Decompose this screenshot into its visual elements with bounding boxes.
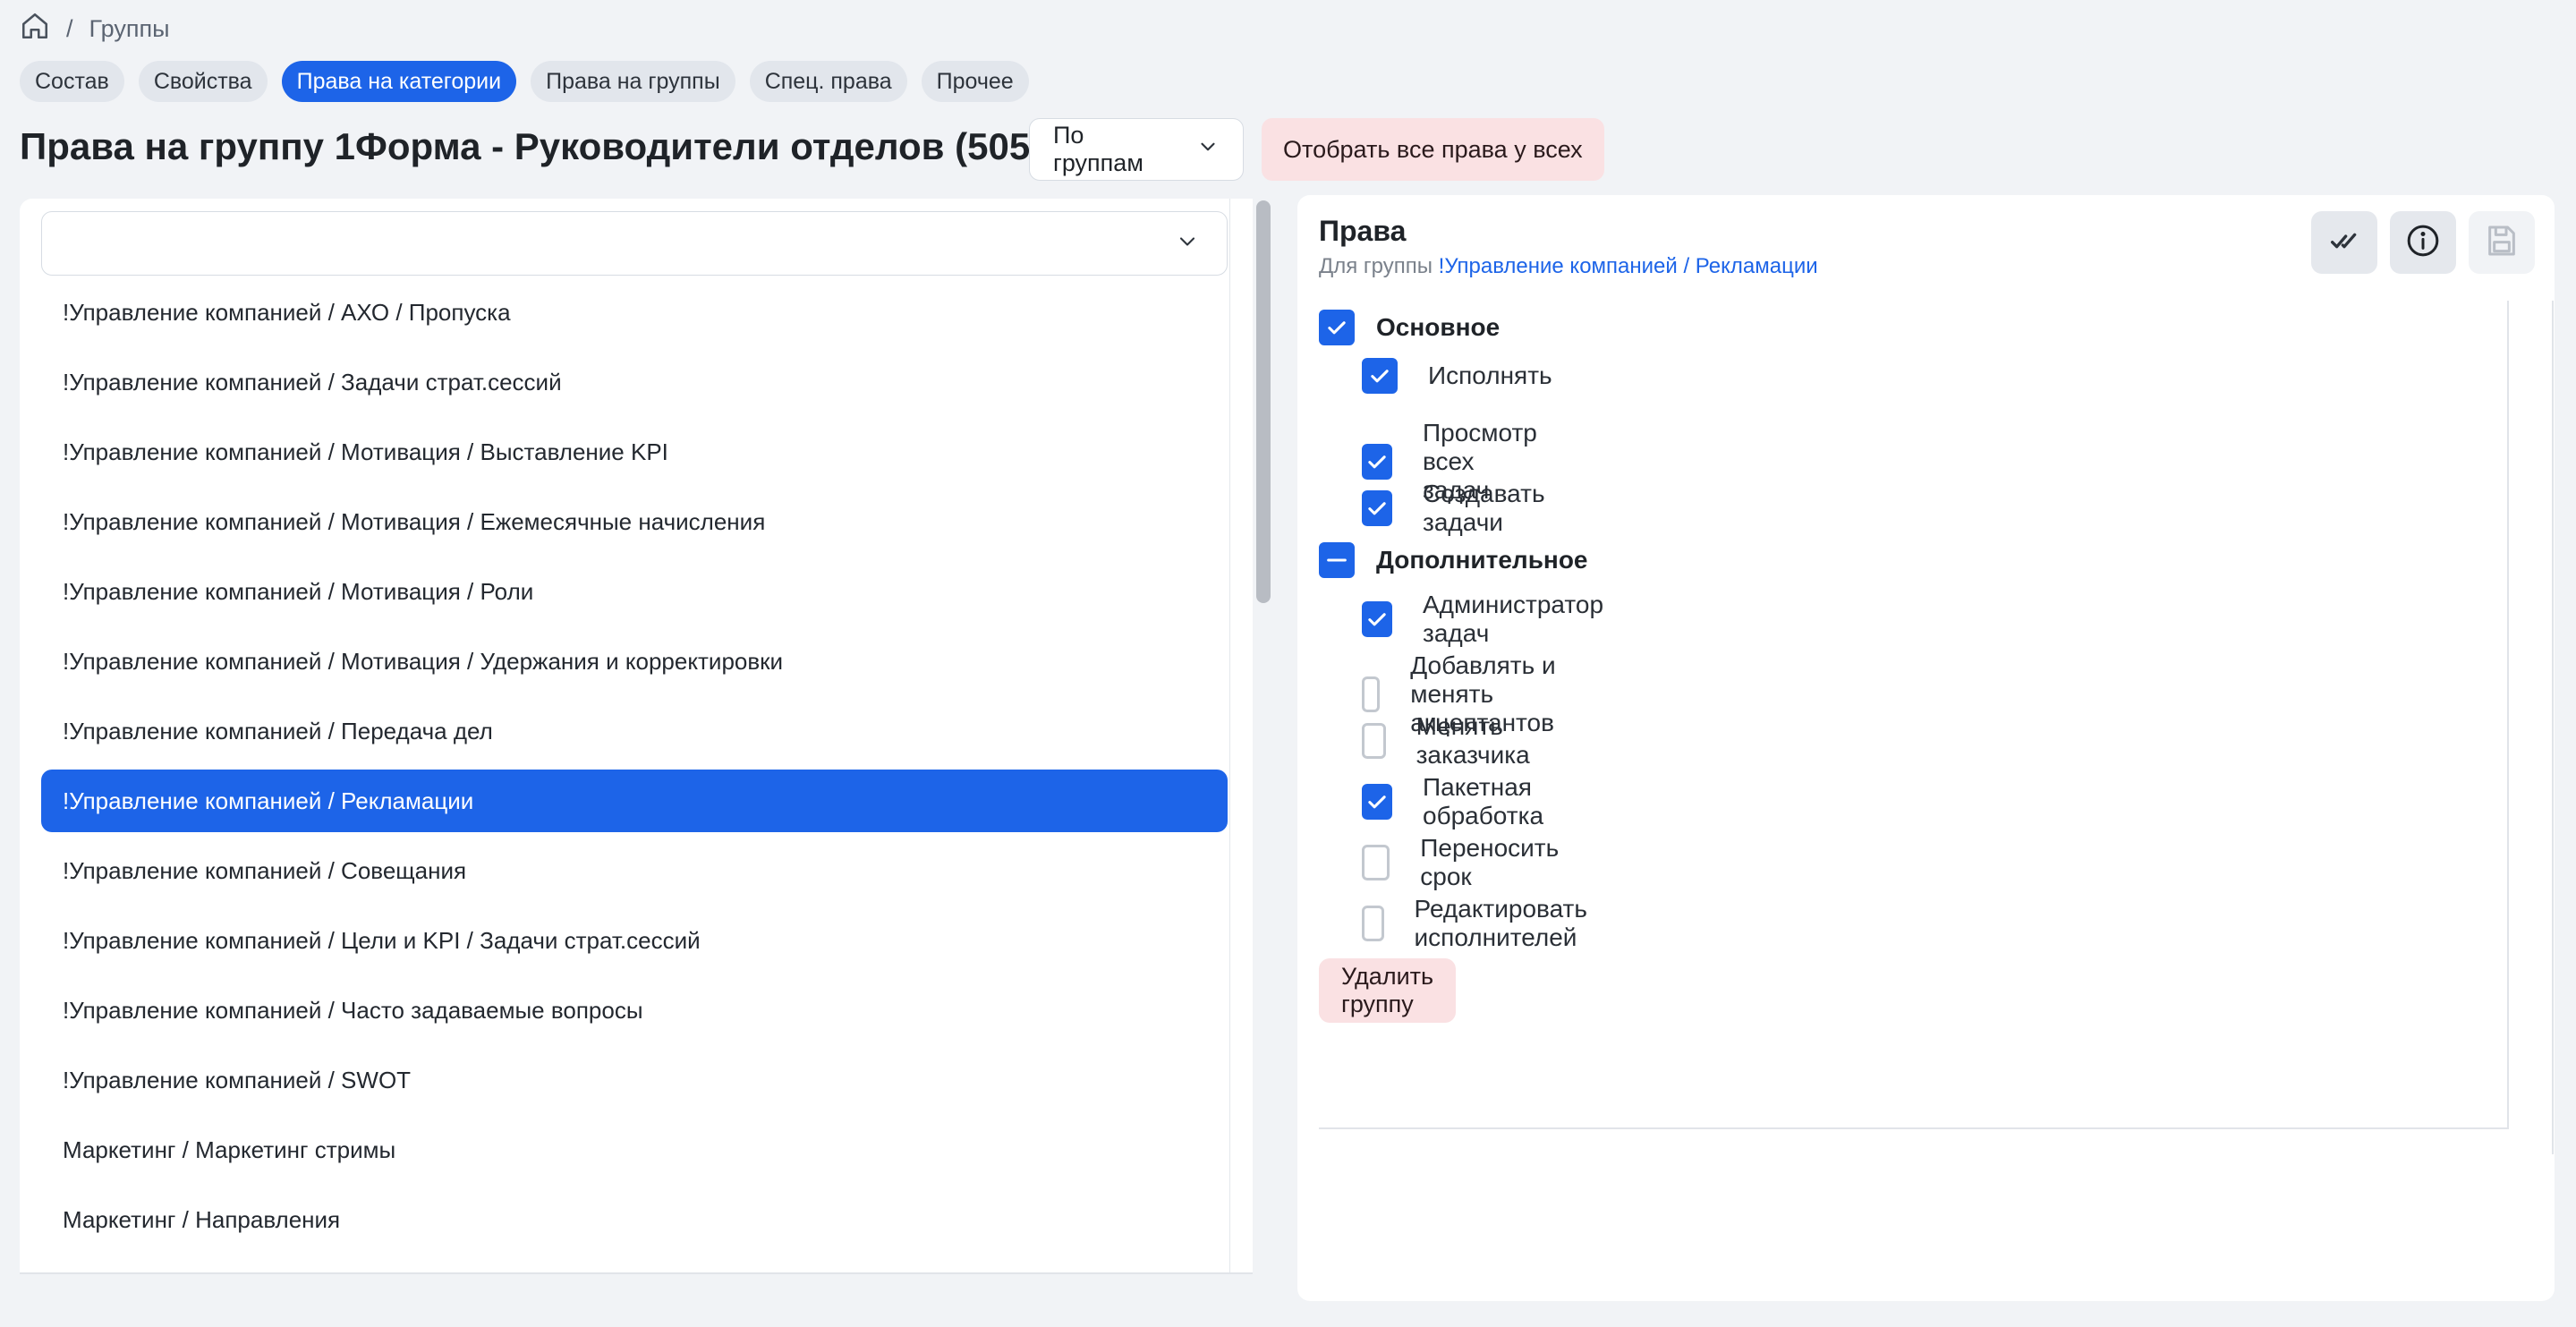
category-item-selected[interactable]: !Управление компанией / Рекламации [41, 770, 1228, 832]
chevron-down-icon [1175, 229, 1200, 259]
permission-row[interactable]: Администратор задач [1362, 591, 1609, 648]
tab-other[interactable]: Прочее [921, 61, 1029, 102]
permission-checkbox[interactable] [1362, 358, 1398, 394]
rights-title: Права [1319, 215, 1407, 247]
permission-row[interactable]: Переносить срок [1362, 834, 1567, 891]
category-item[interactable]: Маркетинг / Направления [41, 1188, 1228, 1251]
category-scrollbar-track[interactable] [1229, 199, 1253, 1272]
breadcrumb-current[interactable]: Группы [89, 15, 170, 43]
delete-group-button[interactable]: Удалить группу [1319, 958, 1457, 1023]
home-icon[interactable] [20, 11, 50, 47]
permission-row[interactable]: Редактировать исполнителей [1362, 895, 1601, 952]
category-item[interactable]: !Управление компанией / Задачи страт.сес… [41, 351, 1228, 413]
permission-label: Администратор задач [1423, 591, 1604, 647]
permission-checkbox[interactable] [1362, 601, 1392, 637]
permission-label: Редактировать исполнителей [1414, 895, 1587, 951]
select-all-button[interactable] [2311, 211, 2377, 274]
rights-category-link[interactable]: !Управление компанией / Рекламации [1439, 254, 1818, 278]
permission-row[interactable]: Создавать задачи [1362, 480, 1551, 537]
category-item[interactable]: Маркетинг / Маркетинг стримы [41, 1119, 1228, 1181]
permission-checkbox[interactable] [1362, 676, 1381, 712]
rights-group-additional[interactable]: Дополнительное [1319, 542, 1588, 578]
category-scrollbar-thumb[interactable] [1256, 200, 1271, 603]
info-icon [2405, 223, 2441, 263]
category-item[interactable]: !Управление компанией / Совещания [41, 839, 1228, 902]
view-mode-select[interactable]: По группам [1029, 118, 1244, 181]
breadcrumb: / Группы [20, 13, 169, 45]
category-panel: !Управление компанией / АХО / Пропуска !… [20, 199, 1253, 1272]
save-icon [2484, 223, 2520, 263]
double-check-icon [2326, 223, 2362, 263]
rights-subtitle: Для группы !Управление компанией / Рекла… [1319, 254, 1818, 279]
panel-divider [20, 1272, 1253, 1274]
category-item[interactable]: !Управление компанией / Мотивация / Ежем… [41, 490, 1228, 553]
permission-row[interactable]: Пакетная обработка [1362, 773, 1549, 830]
category-list: !Управление компанией / АХО / Пропуска !… [41, 281, 1228, 1258]
permission-row[interactable]: Исполнять [1362, 358, 1552, 394]
category-item[interactable]: !Управление компанией / Передача дел [41, 700, 1228, 762]
group-label: Дополнительное [1376, 546, 1588, 574]
tab-special-rights[interactable]: Спец. права [749, 61, 907, 102]
permission-label: Менять заказчика [1416, 712, 1530, 769]
group-checkbox[interactable] [1319, 310, 1355, 345]
category-item[interactable]: !Управление компанией / Мотивация / Роли [41, 560, 1228, 623]
rights-subtitle-prefix: Для группы [1319, 254, 1433, 278]
permission-checkbox[interactable] [1362, 845, 1390, 880]
permission-label: Пакетная обработка [1423, 773, 1544, 829]
category-item[interactable]: !Управление компанией / SWOT [41, 1049, 1228, 1111]
category-select[interactable] [41, 211, 1228, 276]
tab-category-rights[interactable]: Права на категории [281, 61, 517, 102]
group-checkbox-indeterminate[interactable] [1319, 542, 1355, 578]
group-label: Основное [1376, 313, 1501, 341]
permission-checkbox[interactable] [1362, 444, 1392, 480]
permission-checkbox[interactable] [1362, 784, 1392, 820]
info-button[interactable] [2390, 211, 2456, 274]
view-mode-value: По группам [1053, 122, 1143, 176]
permission-checkbox[interactable] [1362, 490, 1392, 526]
category-item[interactable]: !Управление компанией / Мотивация / Выст… [41, 421, 1228, 483]
permission-label: Создавать задачи [1423, 480, 1545, 536]
rights-group-main[interactable]: Основное [1319, 310, 1500, 345]
chevron-down-icon [1196, 135, 1220, 165]
category-item[interactable]: !Управление компанией / Цели и KPI / Зад… [41, 909, 1228, 972]
tab-properties[interactable]: Свойства [138, 61, 268, 102]
tab-bar: Состав Свойства Права на категории Права… [20, 61, 1029, 102]
category-item[interactable]: !Управление компанией / Часто задаваемые… [41, 979, 1228, 1042]
permission-label: Исполнять [1428, 362, 1552, 389]
revoke-all-rights-button[interactable]: Отобрать все права у всех [1262, 118, 1604, 181]
permission-row[interactable]: Менять заказчика [1362, 712, 1542, 770]
category-item[interactable]: !Управление компанией / Мотивация / Удер… [41, 630, 1228, 693]
tab-composition[interactable]: Состав [20, 61, 124, 102]
permission-checkbox[interactable] [1362, 906, 1384, 941]
category-item[interactable]: !Управление компанией / АХО / Пропуска [41, 281, 1228, 344]
permission-label: Переносить срок [1420, 834, 1560, 890]
tab-group-rights[interactable]: Права на группы [531, 61, 735, 102]
page-title: Права на группу 1Форма - Руководители от… [20, 125, 1064, 167]
save-button[interactable] [2469, 211, 2535, 274]
breadcrumb-separator: / [66, 14, 73, 42]
permission-checkbox[interactable] [1362, 723, 1386, 759]
